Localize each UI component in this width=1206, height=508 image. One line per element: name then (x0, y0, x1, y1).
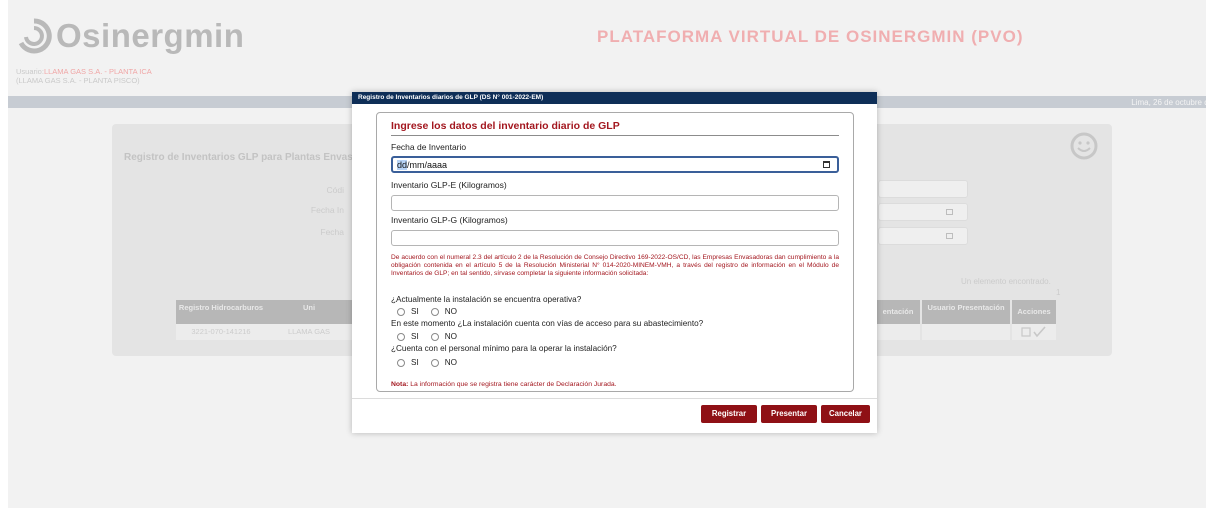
question-personal: ¿Cuenta con el personal mínimo para la o… (391, 344, 617, 353)
fecha-inventario-label: Fecha de Inventario (391, 142, 467, 152)
radio-no[interactable] (430, 307, 439, 316)
inventory-form: Ingrese los datos del inventario diario … (376, 112, 854, 392)
question-vias-acceso: En este momento ¿La instalación cuenta c… (391, 319, 704, 328)
radio-si-label: SI (411, 307, 419, 316)
modal-header-title: Registro de Inventarios diarios de GLP (… (352, 92, 877, 104)
radio-si-label: SI (411, 332, 419, 341)
registrar-button[interactable]: Registrar (701, 405, 757, 423)
radio-no-label: NO (444, 332, 458, 341)
inventory-modal: Registro de Inventarios diarios de GLP (… (352, 92, 877, 433)
nota-declaracion: Nota: La información que se registra tie… (391, 381, 617, 388)
calendar-icon[interactable] (823, 161, 830, 168)
radio-group-personal: SI NO (397, 358, 469, 367)
glp-e-input[interactable] (391, 195, 839, 211)
form-title: Ingrese los datos del inventario diario … (391, 120, 620, 132)
nota-text: La información que se registra tiene car… (408, 381, 617, 388)
nota-label: Nota: (391, 381, 409, 388)
radio-no-label: NO (444, 358, 458, 367)
form-divider (391, 135, 839, 136)
legal-notice: De acuerdo con el numeral 2.3 del artícu… (391, 254, 839, 277)
radio-group-vias-acceso: SI NO (397, 332, 469, 341)
presentar-button[interactable]: Presentar (761, 405, 817, 423)
radio-si[interactable] (397, 332, 405, 341)
radio-si[interactable] (397, 358, 405, 367)
radio-si-label: SI (411, 358, 419, 367)
glp-e-label: Inventario GLP-E (Kilogramos) (391, 180, 507, 190)
radio-no-label: NO (444, 307, 458, 316)
modal-footer-divider (352, 398, 877, 399)
question-operativa: ¿Actualmente la instalación se encuentra… (391, 295, 582, 304)
date-placeholder: dd/mm/aaaa (397, 159, 448, 170)
radio-no[interactable] (430, 332, 439, 341)
radio-si[interactable] (397, 307, 405, 316)
glp-g-input[interactable] (391, 230, 839, 246)
glp-g-label: Inventario GLP-G (Kilogramos) (391, 215, 508, 225)
radio-group-operativa: SI NO (397, 307, 469, 316)
screen: Osinergmin PLATAFORMA VIRTUAL DE OSINERG… (0, 0, 1206, 508)
cancelar-button[interactable]: Cancelar (821, 405, 870, 423)
radio-no[interactable] (430, 358, 439, 367)
fecha-inventario-input[interactable]: dd/mm/aaaa (391, 156, 839, 173)
